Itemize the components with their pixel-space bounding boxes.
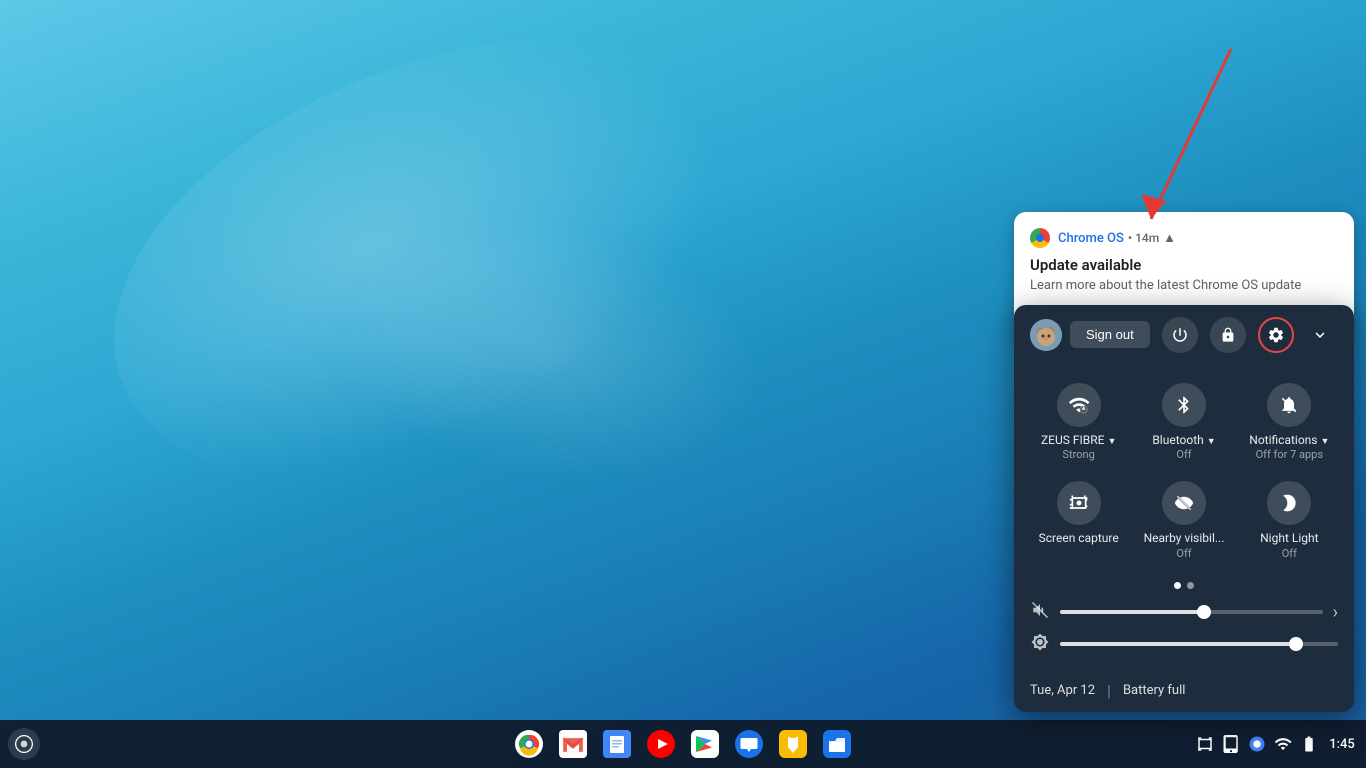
night-light-tile-label: Night Light — [1260, 531, 1318, 547]
brightness-track[interactable] — [1060, 642, 1338, 646]
taskbar-apps — [509, 724, 857, 764]
update-card-header: Chrome OS • 14m ▲ — [1030, 228, 1338, 248]
update-time: • 14m — [1128, 231, 1159, 245]
update-title: Update available — [1030, 256, 1338, 274]
gmail-app-icon[interactable] — [553, 724, 593, 764]
notifications-tile-label: Notifications ▼ — [1249, 433, 1329, 449]
chrome-app-icon[interactable] — [509, 724, 549, 764]
screen-capture-icon-circle — [1057, 481, 1101, 525]
desktop: Chrome OS • 14m ▲ Update available Learn… — [0, 0, 1366, 768]
page-dot-1[interactable] — [1174, 582, 1181, 589]
wifi-tile-label: ZEUS FIBRE ▼ — [1041, 433, 1116, 449]
page-dot-2[interactable] — [1187, 582, 1194, 589]
update-source-label: Chrome OS — [1058, 231, 1124, 246]
files-app-icon[interactable] — [817, 724, 857, 764]
expand-button[interactable] — [1302, 317, 1338, 353]
update-description: Learn more about the latest Chrome OS up… — [1030, 278, 1338, 293]
youtube-app-icon[interactable] — [641, 724, 681, 764]
notifications-tile[interactable]: Notifications ▼ Off for 7 apps — [1237, 373, 1342, 472]
bluetooth-tile[interactable]: Bluetooth ▼ Off — [1131, 373, 1236, 472]
screen-capture-tile[interactable]: Screen capture — [1026, 471, 1131, 570]
volume-slider-row: › — [1030, 601, 1338, 623]
taskbar-left — [8, 728, 40, 760]
play-store-app-icon[interactable] — [685, 724, 725, 764]
brightness-icon — [1030, 633, 1050, 655]
wifi-tile-sublabel: Strong — [1063, 448, 1095, 461]
wifi-tray-icon[interactable] — [1274, 735, 1292, 753]
date-display: Tue, Apr 12 — [1030, 683, 1095, 698]
nearby-visibility-icon-circle — [1162, 481, 1206, 525]
chevron-up-icon[interactable]: ▲ — [1163, 230, 1176, 246]
messages-app-icon[interactable] — [729, 724, 769, 764]
panel-bottom-status: Tue, Apr 12 | Battery full — [1014, 673, 1354, 712]
nearby-visibility-tile-label: Nearby visibil... — [1144, 531, 1225, 547]
clock: 1:45 — [1329, 737, 1355, 752]
assistant-button[interactable] — [8, 728, 40, 760]
night-light-tile[interactable]: Night Light Off — [1237, 471, 1342, 570]
notifications-tile-sublabel: Off for 7 apps — [1256, 448, 1323, 461]
docs-app-icon[interactable] — [597, 724, 637, 764]
panel-header: Sign out — [1014, 305, 1354, 365]
bluetooth-tile-sublabel: Off — [1176, 448, 1191, 461]
quick-settings-panel: Sign out — [1014, 305, 1354, 712]
chrome-os-icon — [1030, 228, 1050, 248]
update-source: Chrome OS • 14m ▲ — [1058, 230, 1176, 246]
bluetooth-icon-circle — [1162, 383, 1206, 427]
volume-fill — [1060, 610, 1204, 614]
avatar[interactable] — [1030, 319, 1062, 351]
avatar-image — [1030, 319, 1062, 351]
screen-capture-tile-label: Screen capture — [1039, 531, 1119, 547]
night-light-icon-circle — [1267, 481, 1311, 525]
lock-button[interactable] — [1210, 317, 1246, 353]
google-assistant-tray-icon[interactable] — [1248, 735, 1266, 753]
brightness-slider-row — [1030, 633, 1338, 655]
taskbar-right: 1:45 — [1196, 735, 1358, 753]
sliders-section: › — [1014, 597, 1354, 673]
keep-app-icon[interactable] — [773, 724, 813, 764]
bluetooth-tile-label: Bluetooth ▼ — [1152, 433, 1215, 449]
battery-status: Battery full — [1123, 683, 1185, 698]
status-separator: | — [1107, 681, 1111, 700]
brightness-thumb[interactable] — [1289, 637, 1303, 651]
nearby-visibility-tile-sublabel: Off — [1176, 547, 1191, 560]
volume-track[interactable] — [1060, 610, 1323, 614]
battery-tray-icon[interactable] — [1300, 735, 1318, 753]
screen-capture-tray-icon[interactable] — [1196, 735, 1214, 753]
nearby-visibility-tile[interactable]: Nearby visibil... Off — [1131, 471, 1236, 570]
wifi-tile[interactable]: ZEUS FIBRE ▼ Strong — [1026, 373, 1131, 472]
brightness-fill — [1060, 642, 1296, 646]
volume-thumb[interactable] — [1197, 605, 1211, 619]
quick-tiles-grid: ZEUS FIBRE ▼ Strong Bluetooth ▼ Off — [1014, 365, 1354, 578]
screen-capture-tile-sublabel — [1077, 547, 1080, 560]
power-button[interactable] — [1162, 317, 1198, 353]
page-dots — [1014, 578, 1354, 597]
notifications-icon-circle — [1267, 383, 1311, 427]
night-light-tile-sublabel: Off — [1282, 547, 1297, 560]
taskbar: 1:45 — [0, 720, 1366, 768]
volume-expand-arrow[interactable]: › — [1333, 602, 1338, 623]
wifi-icon-circle — [1057, 383, 1101, 427]
sign-out-button[interactable]: Sign out — [1070, 321, 1150, 348]
tablet-mode-icon[interactable] — [1222, 735, 1240, 753]
volume-icon — [1030, 601, 1050, 623]
settings-button[interactable] — [1258, 317, 1294, 353]
time-display[interactable]: 1:45 — [1326, 737, 1358, 752]
